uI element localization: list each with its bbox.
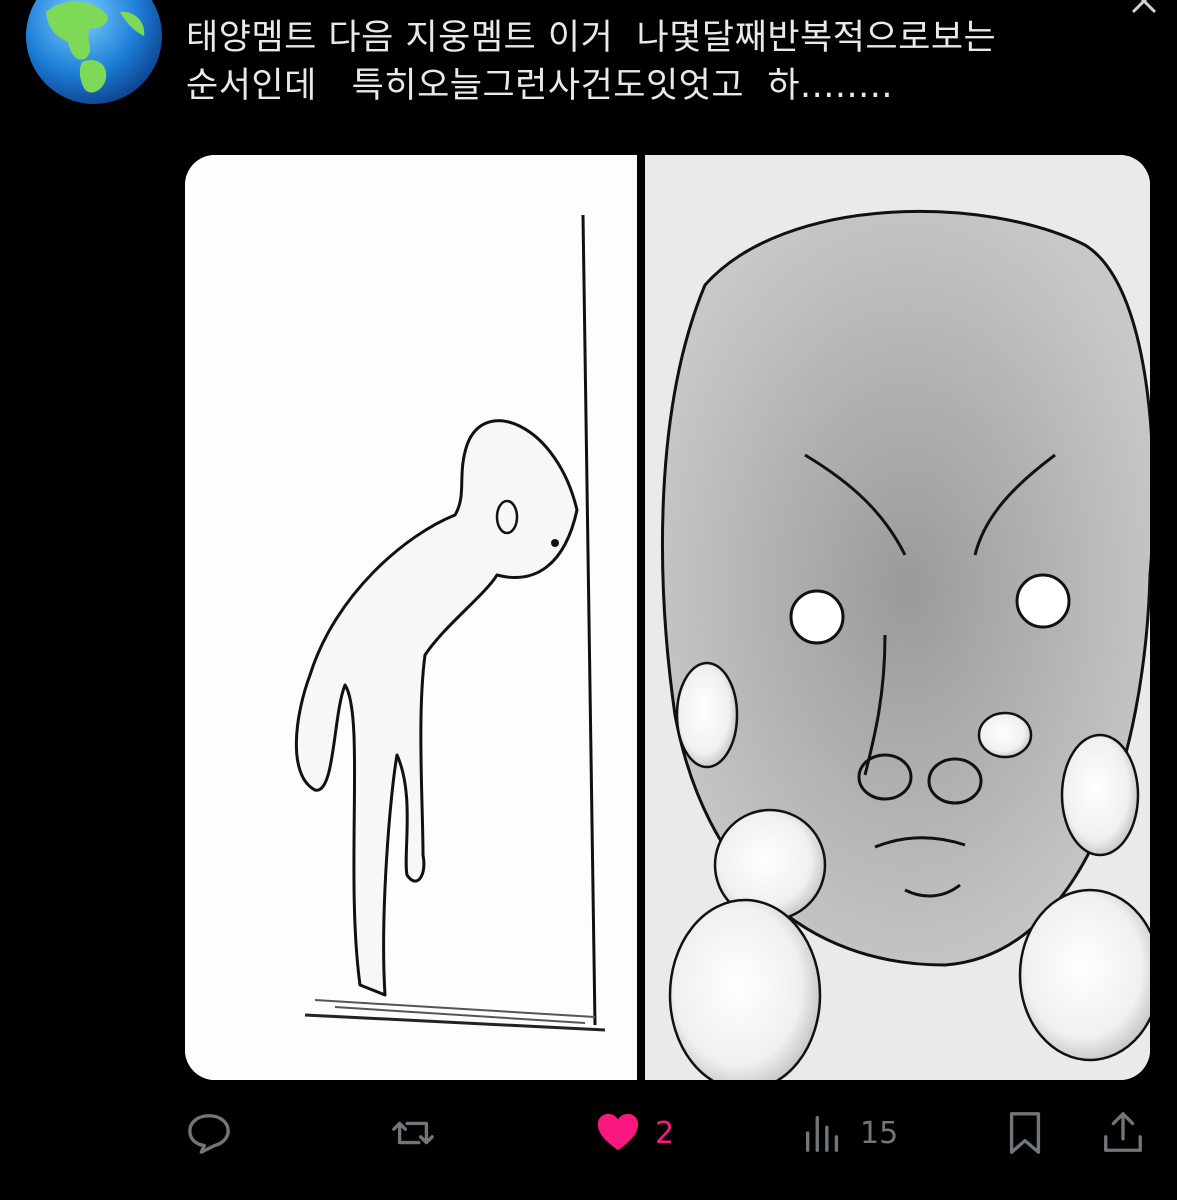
bookmark-icon xyxy=(1009,1112,1041,1154)
reply-button[interactable] xyxy=(186,1100,246,1166)
close-icon[interactable] xyxy=(1129,0,1159,14)
like-button[interactable]: 2 xyxy=(595,1100,674,1166)
bookmark-button[interactable] xyxy=(1002,1100,1048,1166)
like-count: 2 xyxy=(655,1115,675,1151)
repost-button[interactable] xyxy=(390,1100,450,1166)
comic-illustration xyxy=(185,155,1150,1080)
heart-icon xyxy=(597,1113,639,1151)
share-icon xyxy=(1104,1112,1142,1152)
post-actions-bar: 2 15 xyxy=(0,1100,1177,1166)
share-button[interactable] xyxy=(1100,1100,1146,1166)
reply-icon xyxy=(188,1114,230,1154)
views-button[interactable]: 15 xyxy=(800,1100,898,1166)
earth-globe-icon xyxy=(26,0,162,104)
repost-icon xyxy=(392,1121,434,1145)
avatar[interactable] xyxy=(24,0,164,104)
views-icon xyxy=(805,1115,839,1152)
views-count: 15 xyxy=(860,1115,899,1151)
post-text: 태양멤트 다음 지웅멤트 이거 나몇달째반복적으로보는 순서인데 특히오늘그런사… xyxy=(186,18,997,106)
post-media-image[interactable] xyxy=(185,155,1150,1080)
